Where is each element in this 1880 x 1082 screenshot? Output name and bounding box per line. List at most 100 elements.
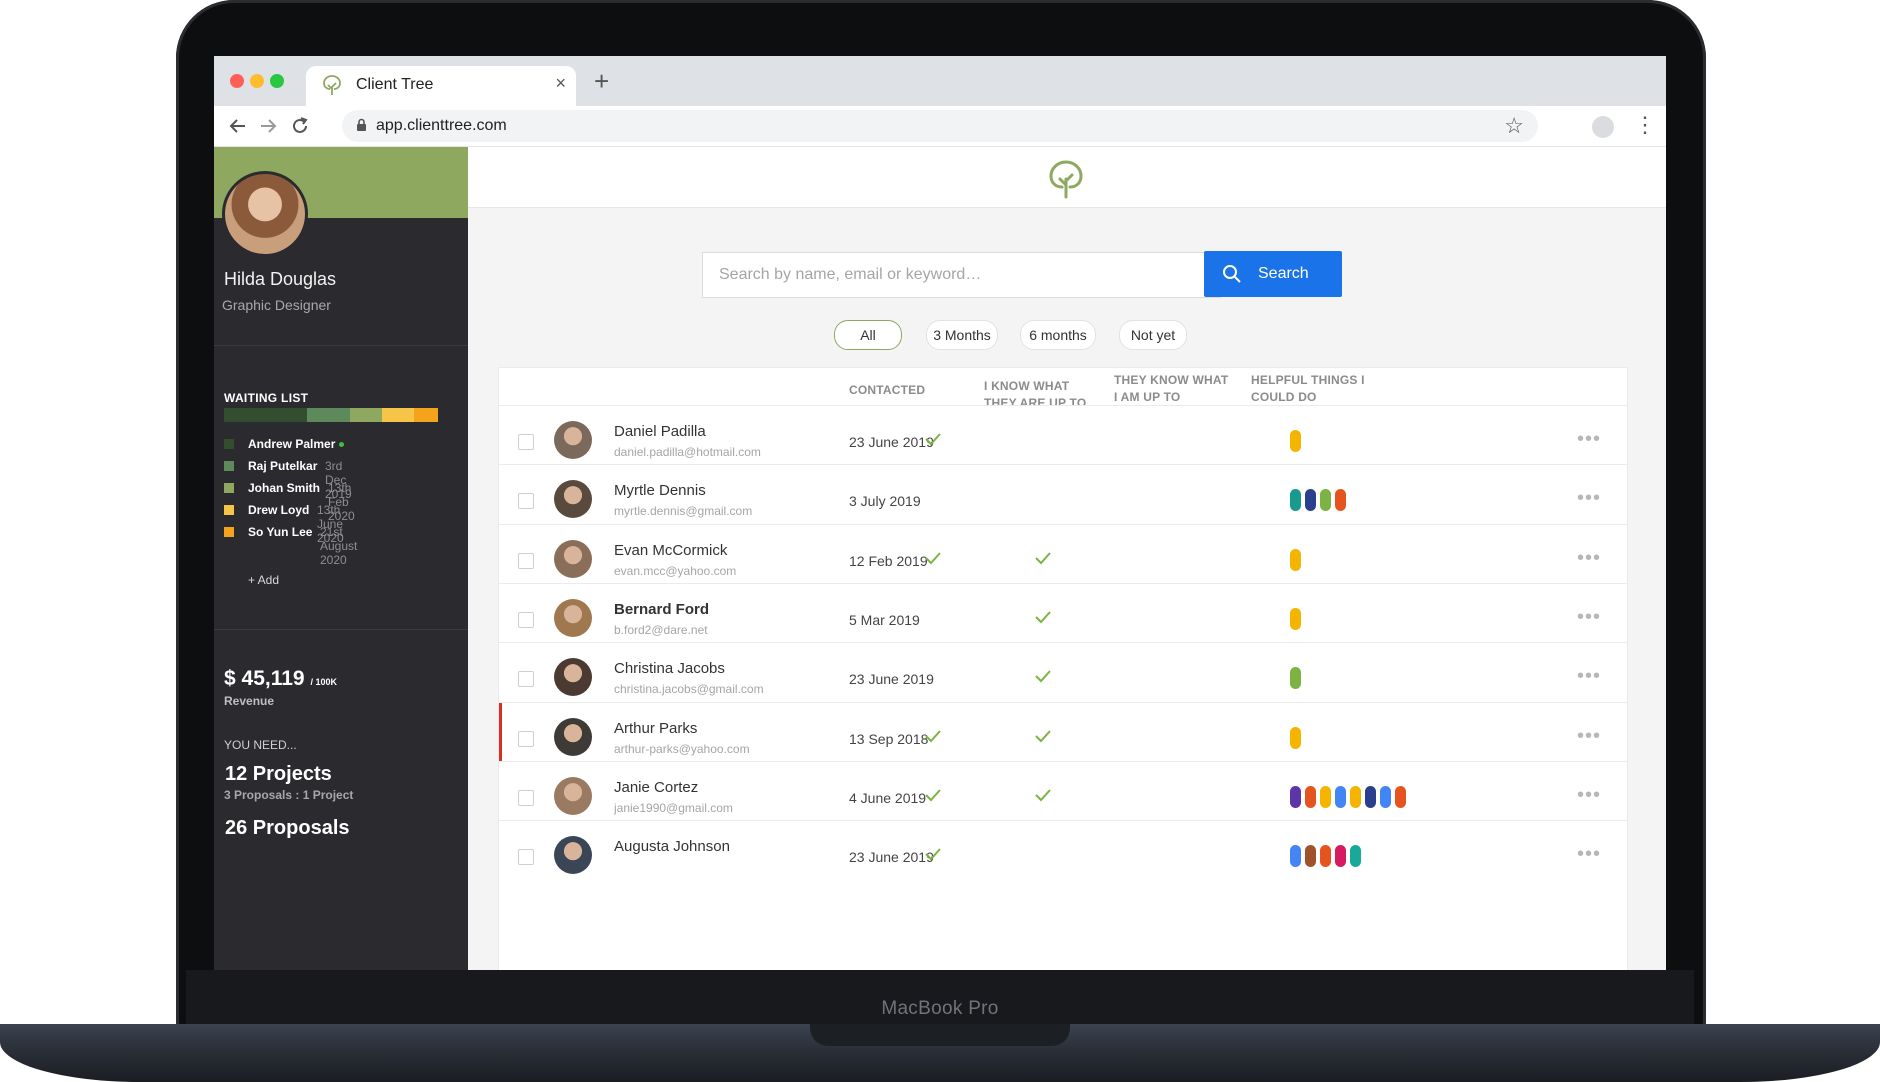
close-icon[interactable]: × [555,73,566,94]
add-waiting-button[interactable]: + Add [248,573,279,587]
row-checkbox[interactable] [518,849,534,866]
kebab-icon[interactable]: ⋮ [1634,112,1656,138]
status-swatch [224,439,234,449]
window-minimize-dot[interactable] [250,74,264,88]
check-icon [1034,729,1052,748]
contacted-date: 23 June 2019 [849,434,934,450]
helpful-things[interactable] [1290,845,1361,868]
helpful-pill [1290,845,1301,868]
avatar [554,480,592,519]
browser-tab[interactable]: Client Tree × [306,66,576,106]
more-options-icon[interactable]: ••• [1577,547,1601,570]
contact-email: arthur-parks@yahoo.com [614,741,750,756]
forward-arrow-icon[interactable] [258,112,278,142]
row-checkbox[interactable] [518,493,534,510]
browser-profile-avatar[interactable] [1592,116,1614,138]
check-icon [1034,788,1052,807]
filter-all[interactable]: All [834,320,902,350]
avatar[interactable] [222,171,308,257]
laptop-brand-label: MacBook Pro [881,998,999,1019]
more-options-icon[interactable]: ••• [1577,725,1601,748]
helpful-pill [1290,607,1301,630]
more-options-icon[interactable]: ••• [1577,843,1601,866]
row-checkbox[interactable] [518,552,534,569]
contacts-table: CONTACTED I KNOW WHAT THEY ARE UP TO THEY… [498,367,1628,970]
more-options-icon[interactable]: ••• [1577,784,1601,807]
helpful-things[interactable] [1290,430,1301,452]
filter-not-yet[interactable]: Not yet [1119,320,1187,350]
browser-tabbar: Client Tree × + [214,56,1666,106]
you-need-title: YOU NEED... [224,738,297,752]
tree-icon[interactable] [1048,159,1084,204]
helpful-things[interactable] [1290,667,1301,690]
revenue-amount: $ 45,119 / 100K [224,667,337,690]
star-icon[interactable]: ☆ [1504,113,1524,139]
search-button[interactable]: Search [1204,251,1342,297]
contact-email: evan.mcc@yahoo.com [614,563,737,578]
more-options-icon[interactable]: ••• [1577,606,1601,629]
contact-name[interactable]: Myrtle Dennis [614,482,706,499]
row-checkbox[interactable] [518,611,534,628]
contact-name[interactable]: Daniel Padilla [614,423,706,440]
waiting-list-name: Raj Putelkar [248,459,318,473]
online-indicator [339,442,344,447]
contact-name[interactable]: Janie Cortez [614,779,698,796]
plus-icon[interactable]: + [594,66,609,97]
check-icon [924,788,942,807]
more-options-icon[interactable]: ••• [1577,428,1601,451]
more-options-icon[interactable]: ••• [1577,487,1601,510]
address-bar[interactable]: app.clienttree.com ☆ [342,110,1538,142]
check-icon [924,432,942,451]
helpful-pill [1290,785,1301,808]
helpful-pill [1365,785,1376,808]
row-checkbox[interactable] [518,789,534,806]
sidebar-divider [214,629,468,630]
avatar [554,598,592,637]
check-icon [1034,669,1052,688]
contacted-date: 3 July 2019 [849,493,921,510]
waiting-list-bar [224,408,438,422]
search-button-label: Search [1258,265,1309,282]
reload-icon[interactable] [290,112,310,142]
helpful-pill [1290,430,1301,452]
window-close-dot[interactable] [230,74,244,88]
avatar [554,836,592,875]
table-row[interactable]: Augusta Johnson 23 June 2019 ••• [499,820,1627,893]
header-they-know: THEY KNOW WHAT I AM UP TO [1114,373,1229,404]
contact-email: b.ford2@dare.net [614,622,708,637]
helpful-pill [1320,845,1331,868]
waiting-bar-segment [414,408,438,422]
filter-3-months[interactable]: 3 Months [926,320,998,350]
revenue-target: / 100K [310,677,337,687]
contact-name[interactable]: Arthur Parks [614,720,697,737]
back-arrow-icon[interactable] [228,112,248,142]
tab-title: Client Tree [356,76,434,93]
helpful-things[interactable] [1290,548,1301,571]
row-checkbox[interactable] [518,671,534,688]
search-input[interactable] [702,252,1221,298]
contact-name[interactable]: Bernard Ford [614,601,709,618]
contact-name[interactable]: Christina Jacobs [614,660,725,677]
helpful-things[interactable] [1290,489,1346,512]
helpful-things[interactable] [1290,726,1301,749]
contact-name[interactable]: Augusta Johnson [614,838,730,855]
row-checkbox[interactable] [518,434,534,450]
row-checkbox[interactable] [518,730,534,747]
waiting-list-title: WAITING LIST [224,391,309,405]
contact-name[interactable]: Evan McCormick [614,542,727,559]
helpful-pill [1335,489,1346,512]
more-options-icon[interactable]: ••• [1577,665,1601,688]
helpful-pill [1350,845,1361,868]
main-content: Search All 3 Months 6 months Not yet CON… [468,147,1666,970]
check-icon [924,729,942,748]
helpful-things[interactable] [1290,785,1406,808]
check-icon [1034,551,1052,570]
status-swatch [224,483,234,493]
filter-6-months[interactable]: 6 months [1020,320,1096,350]
waiting-list-name: Johan Smith [248,481,321,495]
waiting-list-date: 21st August 2020 [320,525,358,567]
revenue-label: Revenue [224,694,275,708]
helpful-things[interactable] [1290,607,1301,630]
window-zoom-dot[interactable] [270,74,284,88]
avatar [554,776,592,815]
